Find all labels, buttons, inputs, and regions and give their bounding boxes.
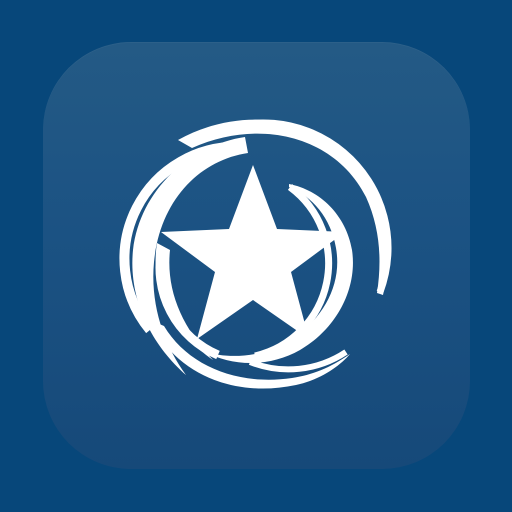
icon-canvas	[0, 0, 512, 512]
star-in-swirl-icon	[119, 119, 392, 389]
